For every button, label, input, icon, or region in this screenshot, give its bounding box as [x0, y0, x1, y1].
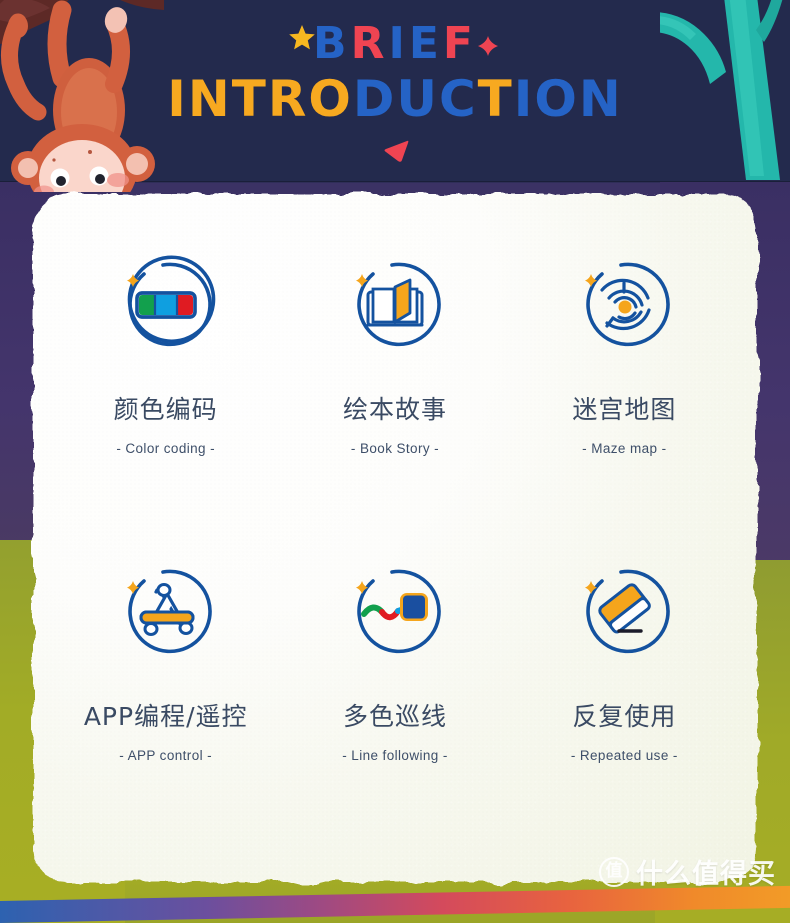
- title-letter: B: [313, 18, 351, 69]
- feature-subtitle: - Maze map -: [582, 441, 667, 456]
- title-letter: C: [438, 70, 478, 128]
- page-root: BRIEF INTRODUCTION 颜色编码 - Color coding -…: [0, 0, 790, 923]
- title-letter: I: [167, 70, 188, 128]
- watermark-text: 什么值得买: [636, 859, 776, 890]
- feature-item-repeated-use[interactable]: 反复使用 - Repeated use -: [510, 541, 739, 848]
- title-letter: O: [308, 70, 353, 128]
- title-letter: N: [578, 70, 623, 128]
- title-letter: N: [187, 70, 232, 128]
- feature-item-color-coding[interactable]: 颜色编码 - Color coding -: [51, 234, 280, 541]
- title-letter: F: [442, 18, 477, 69]
- diamond-sparkle-icon: [478, 36, 498, 56]
- title-letter: U: [396, 70, 439, 128]
- title-letter: I: [513, 70, 535, 128]
- repeated-use-icon: [569, 557, 679, 667]
- title-line-introduction: INTRODUCTION: [0, 74, 790, 124]
- title-letter: T: [231, 70, 268, 128]
- title-letter: R: [267, 70, 309, 128]
- feature-item-app-control[interactable]: APP编程/遥控 - APP control -: [51, 541, 280, 848]
- title-line-brief: BRIEF: [0, 22, 790, 66]
- feature-subtitle: - APP control -: [119, 748, 213, 763]
- triangle-icon: [384, 140, 409, 162]
- feature-subtitle: - Repeated use -: [570, 748, 678, 763]
- app-control-icon: [111, 557, 221, 667]
- star-icon: [289, 25, 315, 50]
- feature-item-book-story[interactable]: 绘本故事 - Book Story -: [280, 234, 509, 541]
- page-title: BRIEF INTRODUCTION: [0, 22, 790, 125]
- feature-item-maze-map[interactable]: 迷宫地图 - Maze map -: [510, 234, 739, 541]
- feature-subtitle: - Color coding -: [116, 441, 215, 456]
- book-story-icon: [340, 250, 450, 360]
- title-letter: R: [350, 18, 389, 69]
- title-letter: I: [388, 18, 409, 69]
- feature-subtitle: - Line following -: [342, 748, 448, 763]
- feature-title: 多色巡线: [342, 702, 447, 731]
- title-letter: T: [477, 70, 514, 128]
- feature-title: 迷宫地图: [572, 395, 677, 424]
- feature-title: 反复使用: [572, 702, 677, 731]
- title-letter: O: [534, 70, 579, 128]
- watermark: 值 什么值得买: [599, 852, 776, 891]
- watermark-badge: 值: [599, 856, 629, 887]
- feature-title: 颜色编码: [113, 395, 218, 424]
- feature-item-line-following[interactable]: 多色巡线 - Line following -: [280, 541, 509, 848]
- title-letter: E: [408, 18, 443, 69]
- feature-title: 绘本故事: [342, 395, 447, 424]
- maze-map-icon: [569, 250, 679, 360]
- feature-subtitle: - Book Story -: [350, 441, 440, 456]
- feature-grid: 颜色编码 - Color coding - 绘本故事 - Book Story …: [33, 194, 757, 882]
- title-letter: D: [352, 70, 397, 128]
- color-coding-icon: [111, 250, 221, 360]
- line-following-icon: [340, 557, 450, 667]
- feature-title: APP编程/遥控: [83, 702, 248, 731]
